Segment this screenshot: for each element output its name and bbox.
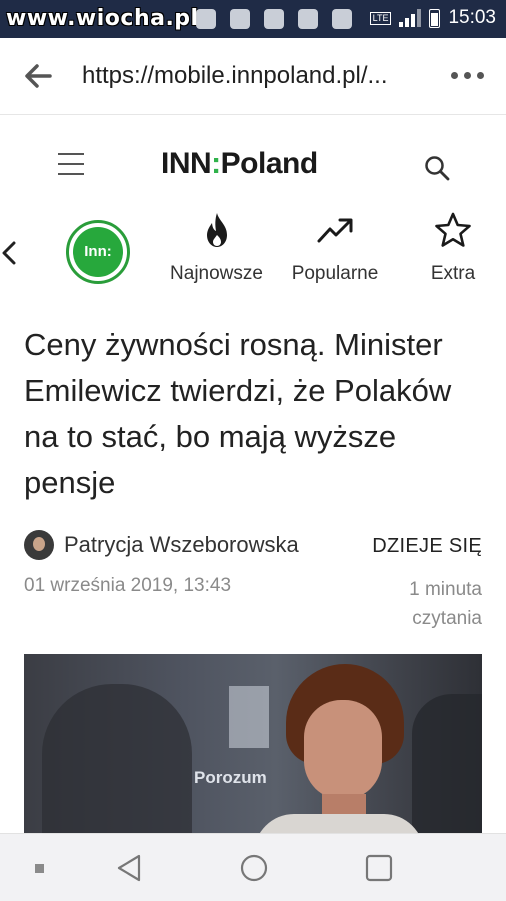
chevron-left-icon[interactable] (0, 238, 20, 268)
more-options-icon[interactable] (451, 72, 484, 79)
photo-sign-text: Porozum (194, 768, 267, 787)
author-block[interactable]: Patrycja Wszeborowska (24, 530, 299, 560)
category-extra[interactable]: Extra (410, 211, 496, 285)
watermark: www.wiocha.pl (6, 6, 199, 31)
category-najnowsze[interactable]: Najnowsze (159, 211, 274, 285)
browser-toolbar: https://mobile.innpoland.pl/... (0, 38, 506, 115)
status-bar: www.wiocha.pl LTE 15:03 (0, 0, 506, 38)
read-time: 1 minuta czytania (409, 579, 482, 629)
author-name: Patrycja Wszeborowska (64, 532, 299, 557)
app-notification-icon (230, 9, 250, 29)
url-field[interactable]: https://mobile.innpoland.pl/... (82, 62, 388, 90)
article-title: Ceny żywności rosną. Minister Emilewicz … (24, 327, 452, 500)
nav-dot-icon (35, 864, 44, 873)
section-tag[interactable]: DZIEJE SIĘ (372, 535, 482, 558)
system-nav-bar (0, 833, 506, 901)
flame-icon (206, 213, 227, 247)
site-logo[interactable]: INN:Poland (161, 147, 318, 181)
inn-home-logo[interactable]: Inn: (66, 220, 130, 284)
avatar (24, 530, 54, 560)
publish-date: 01 września 2019, 13:43 (24, 575, 232, 596)
category-nav: Inn: Najnowsze Popularne Extra (0, 205, 506, 305)
play-store-icon (332, 9, 352, 29)
category-label: Popularne (291, 263, 379, 284)
back-arrow-icon[interactable] (22, 60, 54, 92)
network-type: LTE (369, 11, 392, 25)
signal-icon (399, 9, 422, 27)
hamburger-menu-icon[interactable] (58, 153, 84, 175)
site-header: INN:Poland (0, 115, 506, 205)
notification-icons (196, 9, 352, 29)
nav-back-icon[interactable] (114, 852, 144, 884)
category-label: Extra (430, 263, 476, 284)
clock: 15:03 (448, 7, 496, 28)
star-icon (435, 212, 471, 247)
category-label: Najnowsze (170, 263, 263, 284)
sync-icon (264, 9, 284, 29)
trending-up-icon (317, 218, 353, 243)
battery-icon (429, 8, 441, 28)
category-popularne[interactable]: Popularne (280, 211, 390, 285)
image-notification-icon (196, 9, 216, 29)
article-photo: Porozum (24, 654, 482, 834)
nav-recents-icon[interactable] (364, 852, 394, 884)
nav-home-icon[interactable] (238, 852, 270, 884)
add-icon (298, 9, 318, 29)
search-icon[interactable] (424, 155, 450, 181)
